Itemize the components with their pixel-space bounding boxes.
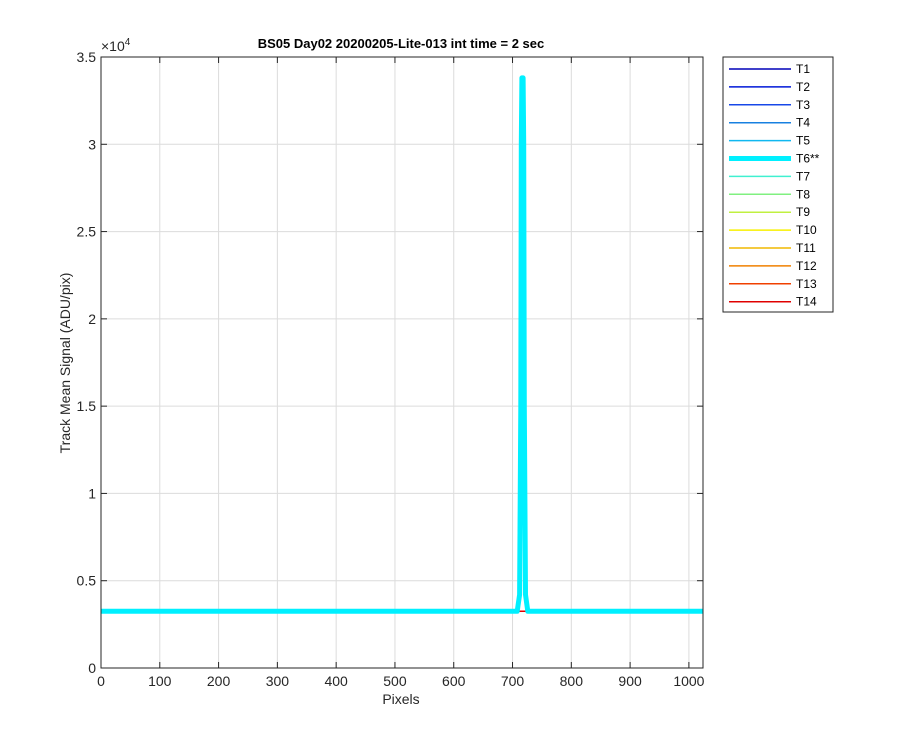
x-tick-label: 600 — [442, 673, 466, 689]
legend-box — [722, 56, 834, 313]
y-axis-label: Track Mean Signal (ADU/pix) — [57, 273, 73, 454]
legend-entry-label: T4 — [796, 116, 810, 130]
x-tick-label: 400 — [324, 673, 348, 689]
x-axis-label: Pixels — [382, 691, 419, 707]
y-tick-label: 1.5 — [77, 398, 97, 414]
x-tick-label: 200 — [207, 673, 231, 689]
y-tick-label: 0.5 — [77, 573, 97, 589]
legend-entry-label: T9 — [796, 205, 810, 219]
legend-entry-label: T6** — [796, 152, 820, 166]
figure: 0 100 200 300 400 500 600 700 800 900 1000 0 0.5 1 1.… — [0, 0, 900, 750]
legend-entry-label: T12 — [796, 259, 817, 273]
x-tick-label: 500 — [383, 673, 407, 689]
legend: T1 T2 T3 T4 T5 T6** T7 T8 T9 T10 T11 T12 T13 T14 — [722, 56, 834, 313]
y-tick-label: 2 — [88, 311, 96, 327]
y-tick-label: 3.5 — [77, 49, 97, 65]
x-tick-label: 0 — [97, 673, 105, 689]
y-tick-label: 0 — [88, 660, 96, 676]
legend-entry-label: T1 — [796, 62, 810, 76]
y-tick-label: 2.5 — [77, 224, 97, 240]
legend-entry-label: T14 — [796, 295, 817, 309]
legend-entry-label: T7 — [796, 169, 810, 183]
y-tick-label: 1 — [88, 485, 96, 501]
x-tick-label: 700 — [501, 673, 525, 689]
y-tick-label: 3 — [88, 136, 96, 152]
x-tick-label: 800 — [560, 673, 584, 689]
plot-area: 0 100 200 300 400 500 600 700 800 900 1000 0 0.5 1 1.… — [77, 49, 705, 689]
axes-background — [101, 57, 703, 668]
x-tick-label: 1000 — [673, 673, 704, 689]
x-tick-label: 300 — [266, 673, 290, 689]
legend-entry-label: T10 — [796, 223, 817, 237]
legend-entry-label: T3 — [796, 98, 810, 112]
legend-entry-label: T11 — [796, 241, 816, 255]
legend-entry-label: T8 — [796, 187, 810, 201]
chart-title: BS05 Day02 20200205-Lite-013 int time = … — [258, 36, 545, 51]
x-tick-label: 100 — [148, 673, 172, 689]
legend-entry-label: T5 — [796, 134, 810, 148]
x-tick-label: 900 — [618, 673, 642, 689]
legend-entry-label: T2 — [796, 80, 810, 94]
legend-entry-label: T13 — [796, 277, 817, 291]
